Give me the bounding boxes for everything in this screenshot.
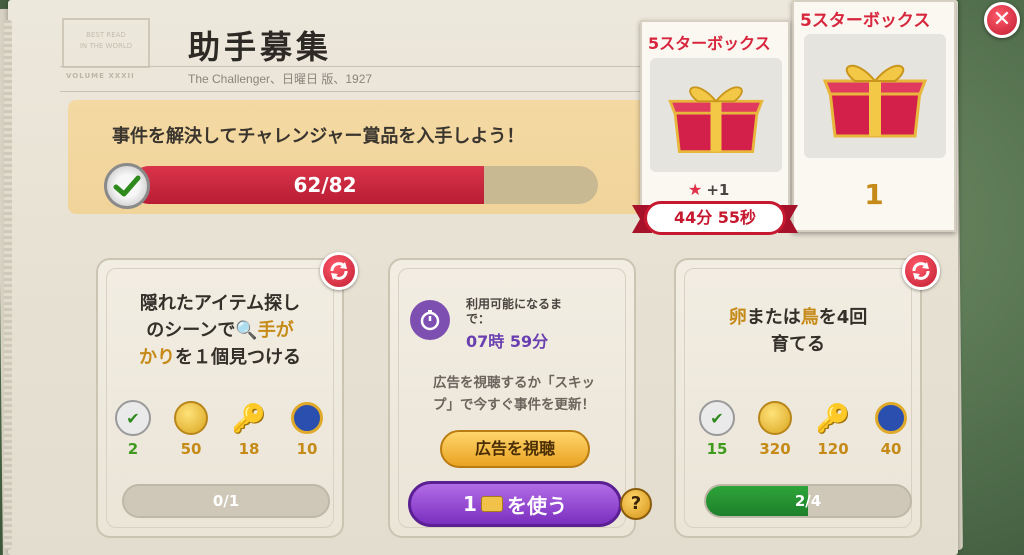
clue-badge-icon [875, 402, 907, 434]
star-bonus-value: +1 [706, 180, 730, 199]
task-left-progress-text: 0/1 [212, 492, 240, 510]
next-reward-title: 5スターボックス [800, 11, 931, 31]
key-icon: 🔑 [815, 401, 851, 435]
reward-keys: 🔑 120 [815, 401, 851, 459]
coin-icon [174, 401, 208, 435]
ticket-icon [480, 496, 503, 512]
task-right-description: 卵または鳥を4回 育てる [728, 307, 868, 355]
reward-coins: 320 [746, 398, 804, 458]
refresh-task-button[interactable] [320, 252, 358, 290]
stopwatch-icon [410, 300, 450, 340]
close-button[interactable]: ✕ [984, 2, 1020, 38]
page-subtitle: The Challenger、日曜日 版、1927 [188, 72, 373, 86]
banner-text: 事件を解決してチャレンジャー賞品を入手しよう！ [112, 126, 525, 147]
reward-checks: ✔ 15 [688, 398, 746, 458]
use-ticket-button[interactable]: 1 を使う [408, 481, 622, 527]
checkmark-plus-icon: ✔ [699, 400, 735, 436]
divider [60, 91, 650, 92]
newspaper-stamp: BEST READ IN THE WORLD [62, 18, 150, 68]
masthead-small: VOLUME XXXII [66, 72, 135, 80]
gift-box-icon [804, 34, 946, 158]
timer-ribbon: 44分 55秒 [632, 197, 798, 239]
challenge-progress-text: 62/82 [293, 173, 357, 197]
clue-badge-icon [291, 402, 323, 434]
coin-icon [758, 401, 792, 435]
paper-edge [4, 20, 12, 550]
checkmark-icon [104, 163, 150, 209]
reward-coins: 50 [162, 398, 220, 458]
task-left-rewards: ✔ 2 50 🔑 18 10 [104, 398, 336, 458]
key-icon: 🔑 [231, 401, 267, 435]
current-reward-card: 5スターボックス ★ +1 [640, 20, 790, 210]
task-right-progress-bar: 2/4 [704, 484, 912, 518]
reward-checks: ✔ 2 [104, 398, 162, 458]
watch-ad-button[interactable]: 広告を視聴 [440, 430, 590, 468]
refresh-task-button[interactable] [902, 252, 940, 290]
task-right-progress-text: 2/4 [794, 492, 822, 510]
reward-keys: 🔑 18 [231, 401, 267, 459]
gift-box-icon [650, 58, 782, 172]
task-left-description: 隠れたアイテム探し のシーンで🔍手が かりを１個見つける [139, 293, 301, 368]
refresh-icon [330, 262, 348, 280]
reward-clues: 40 [862, 398, 920, 458]
divider [60, 66, 650, 67]
availability-label: 利用可能になるま で： [466, 297, 563, 326]
reward-clues: 10 [278, 398, 336, 458]
next-reward-card: 5スターボックス 1 [792, 0, 956, 232]
task-right-rewards: ✔ 15 320 🔑 120 40 [688, 398, 920, 458]
page-title: 助手募集 [188, 28, 333, 66]
refresh-icon [912, 262, 930, 280]
magnifier-icon: 🔍 [235, 320, 258, 341]
help-button[interactable]: ? [620, 488, 652, 520]
ad-description: 広告を視聴するか「スキッ プ」で今すぐ事件を更新！ [433, 375, 595, 413]
task-left-progress-bar: 0/1 [122, 484, 330, 518]
checkmark-plus-icon: ✔ [115, 400, 151, 436]
current-reward-title: 5スターボックス [648, 34, 771, 53]
reward-timer: 44分 55秒 [644, 201, 786, 235]
next-reward-count: 1 [864, 178, 884, 211]
availability-time: 07時 59分 [466, 332, 549, 351]
